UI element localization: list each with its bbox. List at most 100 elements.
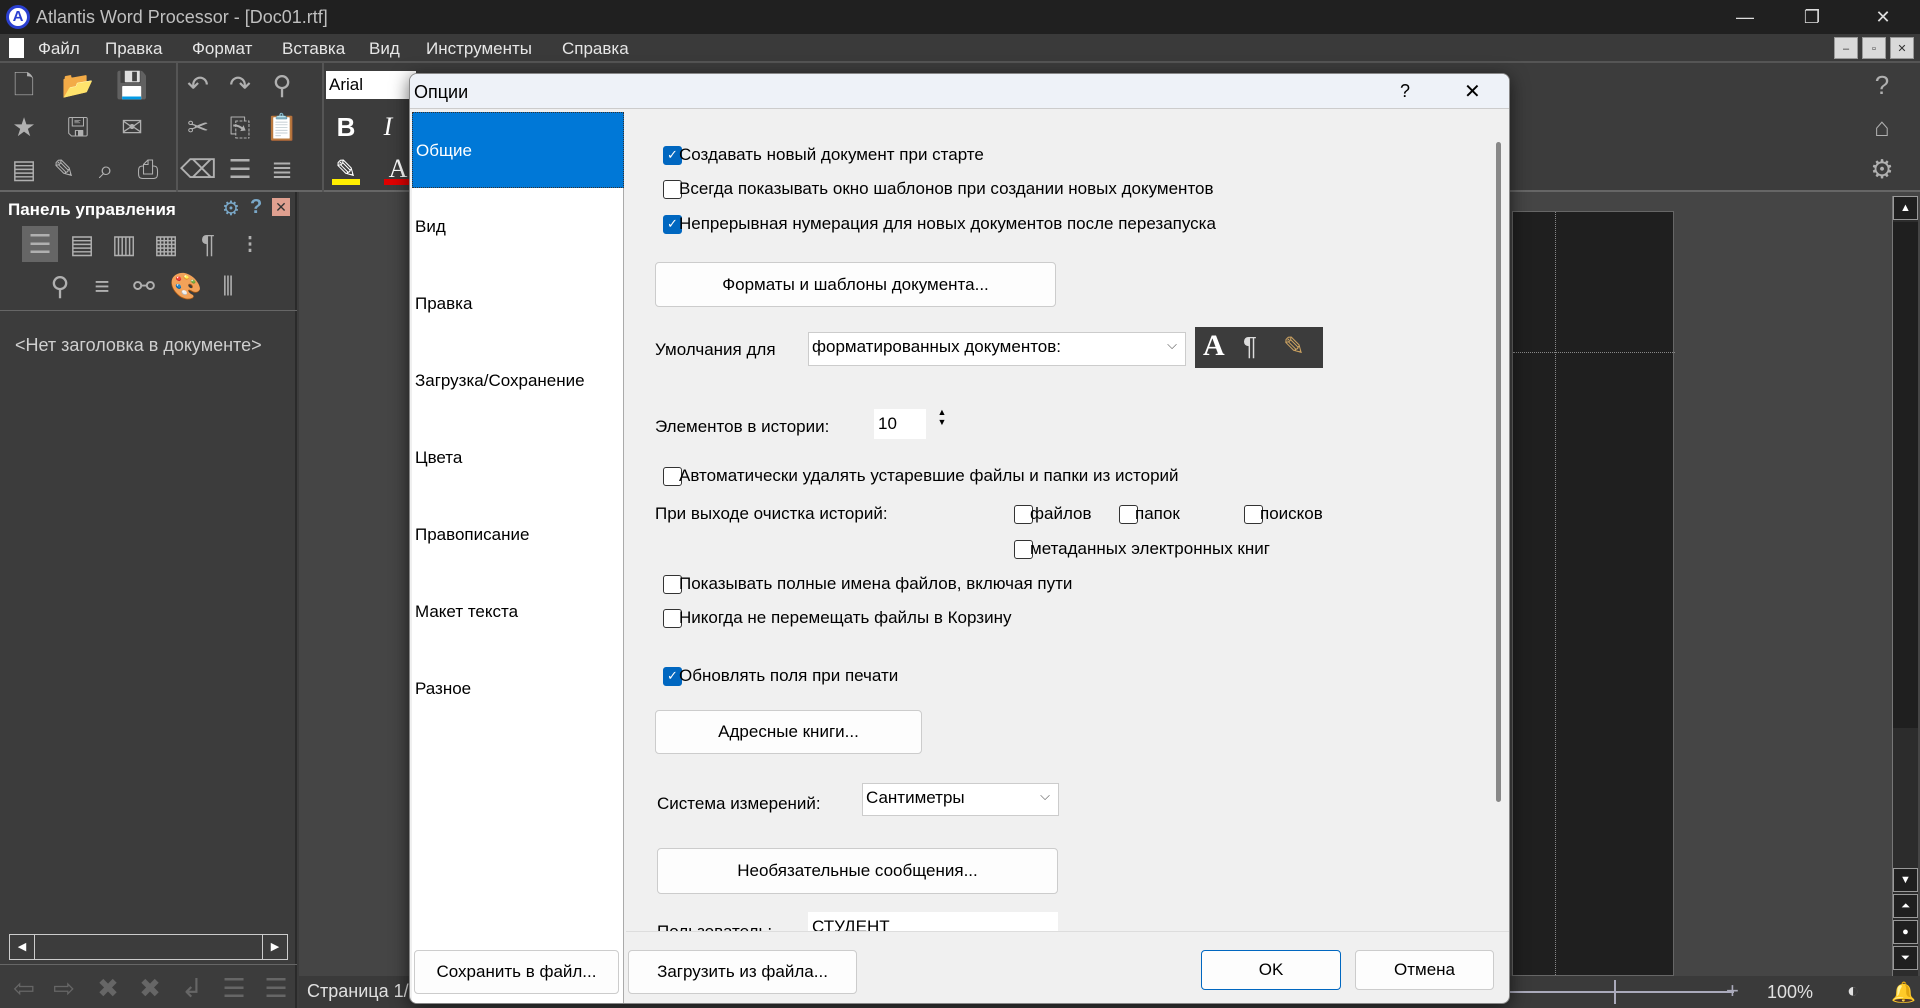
document-page[interactable] bbox=[1512, 211, 1675, 977]
panel-help-icon[interactable]: ? bbox=[250, 196, 262, 219]
menu-edit[interactable]: Правка bbox=[105, 39, 162, 59]
cancel-button[interactable]: Отмена bbox=[1355, 950, 1494, 990]
category-spelling[interactable]: Правописание bbox=[412, 497, 624, 573]
paragraph-format-icon[interactable]: ¶ bbox=[1243, 331, 1257, 362]
expand-icon[interactable]: ☰ bbox=[258, 970, 294, 1006]
favorites-icon[interactable]: ★ bbox=[6, 109, 42, 145]
dialog-help-button[interactable]: ? bbox=[1400, 81, 1410, 102]
delete-item-icon[interactable]: ✖ bbox=[90, 970, 126, 1006]
scroll-up-button[interactable]: ▲ bbox=[1893, 196, 1918, 220]
address-books-button[interactable]: Адресные книги... bbox=[655, 710, 922, 754]
zoom-slider-thumb[interactable] bbox=[1614, 980, 1616, 1004]
menu-help[interactable]: Справка bbox=[562, 39, 629, 59]
next-page-button[interactable]: ⏷ bbox=[1893, 946, 1918, 970]
highlight-icon[interactable]: ✎ bbox=[328, 151, 364, 187]
list-icon[interactable]: ⁝ bbox=[232, 226, 268, 262]
zoom-search-icon[interactable]: ⚲ bbox=[42, 268, 78, 304]
page-setup-icon[interactable]: ✎ bbox=[46, 151, 82, 187]
browse-object-button[interactable]: ● bbox=[1893, 920, 1918, 944]
panel-horizontal-scrollbar[interactable]: ◀ ▶ bbox=[9, 934, 288, 960]
category-edit[interactable]: Правка bbox=[412, 266, 624, 342]
email-icon[interactable]: ✉ bbox=[114, 109, 150, 145]
history-count-input[interactable]: 10 bbox=[874, 409, 926, 439]
previous-page-button[interactable]: ⏶ bbox=[1893, 894, 1918, 918]
print-icon[interactable]: ⎙ bbox=[130, 151, 166, 187]
print-preview-icon[interactable]: ⌕ bbox=[88, 151, 124, 187]
eraser-icon[interactable]: ⌫ bbox=[180, 151, 217, 187]
zoom-in-icon[interactable]: + bbox=[1726, 978, 1739, 1004]
menu-view[interactable]: Вид bbox=[369, 39, 400, 59]
category-view[interactable]: Вид bbox=[412, 189, 624, 265]
load-from-file-button[interactable]: Загрузить из файла... bbox=[628, 950, 857, 994]
outline-icon[interactable]: ☰ bbox=[22, 226, 58, 262]
font-styles-icon[interactable]: ¶ bbox=[190, 226, 226, 262]
lines-icon[interactable]: ≡ bbox=[84, 268, 120, 304]
delete-all-icon[interactable]: ✖ bbox=[132, 970, 168, 1006]
palette-icon[interactable]: 🎨 bbox=[168, 268, 204, 304]
restore-button[interactable]: ❐ bbox=[1782, 0, 1842, 34]
menu-file[interactable]: Файл bbox=[38, 39, 80, 59]
menu-insert[interactable]: Вставка bbox=[282, 39, 345, 59]
line-spacing-icon[interactable]: ≣ bbox=[264, 151, 300, 187]
panel-settings-icon[interactable]: ⚙ bbox=[222, 196, 240, 221]
forward-icon[interactable]: ⇨ bbox=[46, 970, 82, 1006]
category-load-save[interactable]: Загрузка/Сохранение bbox=[412, 343, 624, 419]
save-as-icon[interactable]: 🖫 bbox=[60, 109, 96, 145]
mdi-minimize-button[interactable]: – bbox=[1834, 37, 1858, 59]
zoom-slider[interactable] bbox=[1509, 991, 1734, 993]
help-icon[interactable]: ? bbox=[1864, 67, 1900, 103]
dialog-close-button[interactable]: ✕ bbox=[1464, 79, 1481, 104]
paste-icon[interactable]: 📋 bbox=[264, 109, 300, 145]
optional-messages-button[interactable]: Необязательные сообщения... bbox=[657, 848, 1058, 894]
font-name-input[interactable]: Arial bbox=[326, 71, 416, 99]
options-scroll-thumb[interactable] bbox=[1496, 142, 1501, 802]
minimize-button[interactable]: — bbox=[1715, 0, 1775, 34]
character-format-icon[interactable]: A bbox=[1203, 329, 1225, 363]
close-button[interactable]: ✕ bbox=[1853, 0, 1913, 34]
document-properties-icon[interactable]: ▤ bbox=[6, 151, 42, 187]
document-format-icon[interactable]: ✎ bbox=[1283, 331, 1305, 362]
binoculars-icon[interactable]: ⚯ bbox=[126, 268, 162, 304]
document-map-icon[interactable]: ▥ bbox=[106, 226, 142, 262]
options-scrollbar[interactable] bbox=[1490, 110, 1508, 931]
collapse-icon[interactable]: ☰ bbox=[216, 970, 252, 1006]
align-icon[interactable]: ☰ bbox=[222, 151, 258, 187]
menu-tools[interactable]: Инструменты bbox=[426, 39, 532, 59]
category-general[interactable]: Общие bbox=[412, 112, 624, 188]
category-colors[interactable]: Цвета bbox=[412, 420, 624, 496]
bookmarks-icon[interactable]: ▦ bbox=[148, 226, 184, 262]
history-spinner[interactable]: ▲ ▼ bbox=[932, 407, 952, 429]
bold-button[interactable]: B bbox=[328, 109, 364, 145]
italic-button[interactable]: I bbox=[370, 109, 406, 145]
cut-icon[interactable]: ✂ bbox=[180, 109, 216, 145]
vertical-scrollbar[interactable]: ▲ ▼ ⏶ ● ⏷ bbox=[1892, 196, 1918, 976]
back-icon[interactable]: ⇦ bbox=[6, 970, 42, 1006]
menu-format[interactable]: Формат bbox=[192, 39, 252, 59]
styles-icon[interactable]: ▤ bbox=[64, 226, 100, 262]
undo-icon[interactable]: ↶ bbox=[180, 67, 216, 103]
category-misc[interactable]: Разное bbox=[412, 651, 624, 727]
save-to-file-button[interactable]: Сохранить в файл... bbox=[414, 950, 619, 994]
ok-button[interactable]: OK bbox=[1201, 950, 1341, 990]
scroll-thumb[interactable] bbox=[1893, 222, 1918, 728]
panel-close-icon[interactable]: ✕ bbox=[272, 198, 290, 216]
find-icon[interactable]: ⚲ bbox=[264, 67, 300, 103]
mdi-close-button[interactable]: ✕ bbox=[1890, 37, 1914, 59]
defaults-select[interactable]: форматированных документов: ⌵ bbox=[808, 332, 1186, 366]
mdi-restore-button[interactable]: ▫ bbox=[1862, 37, 1886, 59]
redo-icon[interactable]: ↷ bbox=[222, 67, 258, 103]
copy-icon[interactable]: ⎘ bbox=[222, 109, 258, 145]
category-text-layout[interactable]: Макет текста bbox=[412, 574, 624, 650]
clips-icon[interactable]: ⫴ bbox=[210, 268, 246, 304]
notification-bell-icon[interactable]: 🔔 bbox=[1891, 980, 1916, 1005]
settings-icon[interactable]: ⚙ bbox=[1864, 151, 1900, 187]
new-document-icon[interactable]: 🗋 bbox=[6, 67, 42, 103]
units-select[interactable]: Сантиметры ⌵ bbox=[862, 783, 1059, 816]
web-home-icon[interactable]: ⌂ bbox=[1864, 109, 1900, 145]
scroll-down-button[interactable]: ▼ bbox=[1893, 868, 1918, 892]
open-icon[interactable]: 📂 bbox=[60, 67, 96, 103]
user-name-input[interactable]: СТУДЕНТ bbox=[808, 912, 1058, 931]
contrast-icon[interactable]: ◐ bbox=[1847, 980, 1859, 1003]
save-icon[interactable]: 💾 bbox=[114, 67, 150, 103]
formats-templates-button[interactable]: Форматы и шаблоны документа... bbox=[655, 262, 1056, 307]
